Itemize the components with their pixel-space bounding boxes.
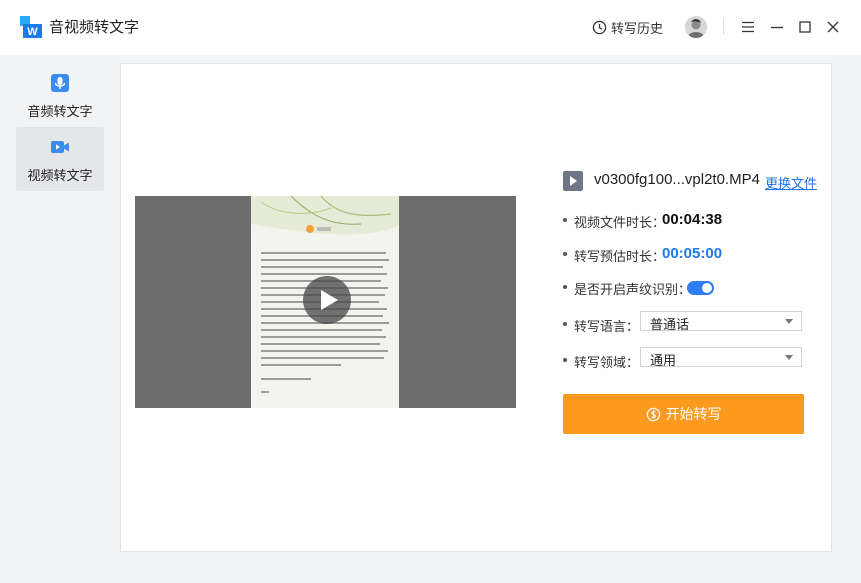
video-preview[interactable] [135, 196, 516, 408]
estimate-label: 转写预估时长： [574, 249, 666, 264]
coin-icon [646, 407, 660, 421]
bullet-icon [563, 252, 567, 256]
sidebar: 音频转文字 视频转文字 [0, 55, 120, 583]
voiceprint-label: 是否开启声纹识别： [574, 282, 692, 297]
play-button[interactable] [303, 276, 351, 324]
titlebar-divider [723, 19, 724, 35]
chevron-down-icon [785, 319, 793, 324]
file-name: v0300fg100...vpl2t0.MP4 [594, 171, 760, 188]
user-avatar-icon [685, 16, 707, 38]
start-transcribe-button[interactable]: 开始转写 [563, 394, 804, 434]
domain-select[interactable]: 通用 [640, 347, 802, 368]
duration-value: 00:04:38 [662, 211, 723, 228]
sidebar-item-label: 视频转文字 [27, 168, 93, 183]
start-transcribe-label: 开始转写 [665, 406, 722, 422]
duration-row: 视频文件时长： 00:04:38 [563, 211, 813, 231]
clock-icon [592, 20, 607, 34]
language-select-value: 普通话 [650, 317, 690, 332]
svg-text:W: W [27, 26, 38, 38]
play-icon [321, 290, 338, 310]
title-bar: W 音视频转文字 转写历史 [0, 0, 861, 55]
close-icon[interactable] [826, 20, 840, 34]
app-title: 音视频转文字 [49, 19, 140, 36]
voiceprint-row: 是否开启声纹识别： [563, 278, 813, 298]
language-select[interactable]: 普通话 [640, 311, 802, 332]
domain-row: 转写领域： 通用 [563, 347, 813, 371]
app-logo-icon: W [20, 16, 42, 38]
bullet-icon [563, 322, 567, 326]
video-camera-icon [51, 141, 69, 153]
voiceprint-toggle[interactable] [687, 281, 714, 295]
microphone-icon [51, 74, 69, 92]
language-row: 转写语言： 普通话 [563, 311, 813, 335]
sidebar-item-video-to-text[interactable]: 视频转文字 [16, 127, 104, 191]
maximize-icon[interactable] [798, 20, 812, 34]
estimate-value: 00:05:00 [662, 245, 723, 262]
main-panel: v0300fg100...vpl2t0.MP4 更换文件 视频文件时长： 00:… [120, 63, 832, 552]
bullet-icon [563, 218, 567, 222]
toggle-knob [702, 283, 712, 293]
history-button[interactable]: 转写历史 [592, 17, 663, 37]
avatar[interactable] [685, 16, 707, 38]
sidebar-item-audio-to-text[interactable]: 音频转文字 [16, 63, 104, 127]
bullet-icon [563, 285, 567, 289]
sidebar-item-label: 音频转文字 [27, 104, 93, 119]
language-label: 转写语言： [574, 319, 640, 334]
duration-label: 视频文件时长： [574, 215, 666, 230]
estimate-row: 转写预估时长： 00:05:00 [563, 245, 813, 265]
change-file-link[interactable]: 更换文件 [765, 173, 817, 192]
domain-select-value: 通用 [650, 353, 677, 368]
bullet-icon [563, 358, 567, 362]
chevron-down-icon [785, 355, 793, 360]
video-file-icon [563, 171, 583, 191]
minimize-icon[interactable] [770, 20, 784, 34]
file-row: v0300fg100...vpl2t0.MP4 更换文件 [563, 169, 823, 191]
domain-label: 转写领域： [574, 355, 640, 370]
history-label: 转写历史 [611, 20, 664, 36]
menu-icon[interactable] [741, 20, 755, 34]
